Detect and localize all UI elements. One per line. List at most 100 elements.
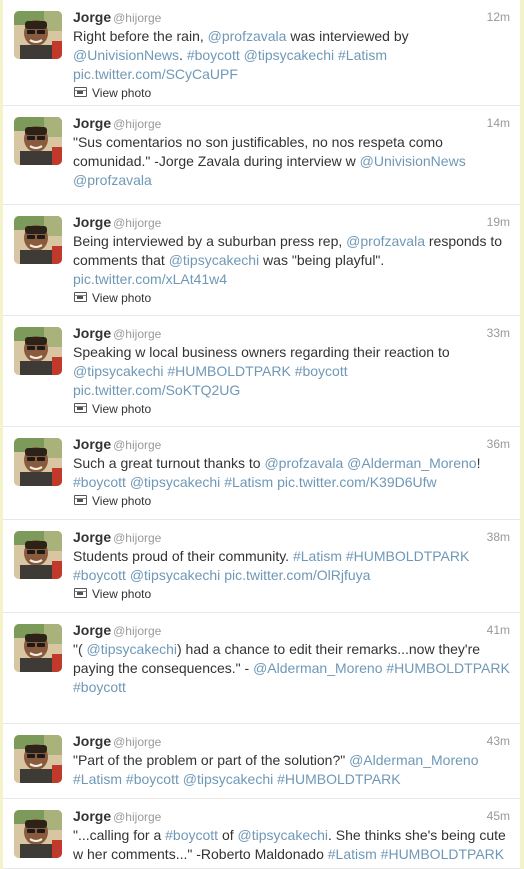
mention-link[interactable]: @Alderman_Moreno — [349, 752, 478, 768]
view-photo-link[interactable]: View photo — [73, 585, 510, 603]
author-handle[interactable]: @hijorge — [113, 810, 161, 824]
tweet-item[interactable]: Jorge @hijorge 12m Right before the rain, @… — [3, 0, 520, 106]
author-name[interactable]: Jorge — [73, 436, 111, 452]
photo-link[interactable]: pic.twitter.com/SoKTQ2UG — [73, 382, 240, 398]
author-name[interactable]: Jorge — [73, 808, 111, 824]
view-photo-link[interactable]: View photo — [73, 289, 510, 307]
tweet-timestamp[interactable]: 19m — [487, 213, 510, 232]
mention-link[interactable]: @profzavala — [208, 28, 287, 44]
mention-link[interactable]: @tipsycakechi — [87, 641, 177, 657]
tweet-content: Jorge @hijorge 19m Being interviewed by a s… — [73, 213, 510, 307]
mention-link[interactable]: @tipsycakechi — [73, 363, 163, 379]
view-photo-link[interactable]: View photo — [73, 492, 510, 510]
avatar[interactable] — [14, 117, 62, 165]
hashtag-link[interactable]: #Latism — [224, 474, 273, 490]
tweet-header: Jorge @hijorge 36m — [73, 435, 510, 454]
tweet-timestamp[interactable]: 36m — [487, 435, 510, 454]
tweet-text-segment: Speaking w local business owners regardi… — [73, 344, 450, 360]
tweet-timestamp[interactable]: 45m — [487, 807, 510, 826]
tweet-item[interactable]: Jorge @hijorge 36m Such a great turnout tha… — [3, 427, 520, 520]
tweet-timestamp[interactable]: 33m — [487, 324, 510, 343]
view-photo-label: View photo — [92, 494, 152, 508]
tweet-timestamp[interactable]: 38m — [487, 528, 510, 547]
hashtag-link[interactable]: #boycott — [73, 474, 126, 490]
photo-link[interactable]: pic.twitter.com/OlRjfuya — [224, 567, 370, 583]
hashtag-link[interactable]: #boycott — [73, 567, 126, 583]
author-handle[interactable]: @hijorge — [113, 438, 161, 452]
hashtag-link[interactable]: #boycott — [165, 827, 218, 843]
author-name[interactable]: Jorge — [73, 622, 111, 638]
author-handle[interactable]: @hijorge — [113, 327, 161, 341]
view-photo-label: View photo — [92, 291, 152, 305]
avatar[interactable] — [14, 327, 62, 375]
hashtag-link[interactable]: #boycott — [126, 771, 179, 787]
view-photo-link[interactable]: View photo — [73, 400, 510, 418]
photo-icon — [74, 588, 87, 598]
author-name[interactable]: Jorge — [73, 325, 111, 341]
mention-link[interactable]: @profzavala — [264, 455, 343, 471]
tweet-item[interactable]: Jorge @hijorge 33m Speaking w local busines… — [3, 316, 520, 427]
view-photo-link[interactable]: View photo — [73, 84, 510, 102]
tweet-item[interactable]: Jorge @hijorge 14m "Sus comentarios no son … — [3, 106, 520, 205]
tweet-text: Such a great turnout thanks to @profzava… — [73, 454, 510, 492]
mention-link[interactable]: @Alderman_Moreno — [347, 455, 476, 471]
tweet-timestamp[interactable]: 12m — [487, 8, 510, 27]
tweet-item[interactable]: Jorge @hijorge 38m Students proud of their … — [3, 520, 520, 613]
tweet-text-segment: Such a great turnout thanks to — [73, 455, 265, 471]
author-name[interactable]: Jorge — [73, 529, 111, 545]
tweet-text-segment: Students proud of their community. — [73, 548, 293, 564]
tweet-item[interactable]: Jorge @hijorge 45m "...calling for a #boyco… — [3, 799, 520, 869]
hashtag-link[interactable]: #boycott — [295, 363, 348, 379]
hashtag-link[interactable]: #Latism — [293, 548, 342, 564]
mention-link[interactable]: @tipsycakechi — [238, 827, 328, 843]
author-name[interactable]: Jorge — [73, 115, 111, 131]
mention-link[interactable]: @UnivisionNews — [73, 47, 179, 63]
author-handle[interactable]: @hijorge — [113, 216, 161, 230]
page-background-edge — [520, 0, 524, 869]
author-handle[interactable]: @hijorge — [113, 11, 161, 25]
avatar[interactable] — [14, 810, 62, 858]
tweet-item[interactable]: Jorge @hijorge 43m "Part of the problem or … — [3, 724, 520, 799]
hashtag-link[interactable]: #HUMBOLDTPARK — [167, 363, 290, 379]
author-name[interactable]: Jorge — [73, 733, 111, 749]
avatar[interactable] — [14, 11, 62, 59]
tweet-item[interactable]: Jorge @hijorge 19m Being interviewed by a s… — [3, 205, 520, 316]
hashtag-link[interactable]: #HUMBOLDTPARK — [346, 548, 469, 564]
hashtag-link[interactable]: #Latism — [328, 846, 377, 862]
avatar[interactable] — [14, 531, 62, 579]
avatar[interactable] — [14, 216, 62, 264]
avatar[interactable] — [14, 624, 62, 672]
mention-link[interactable]: @Alderman_Moreno — [253, 660, 382, 676]
avatar[interactable] — [14, 735, 62, 783]
photo-link[interactable]: pic.twitter.com/xLAt41w4 — [73, 271, 227, 287]
author-name[interactable]: Jorge — [73, 214, 111, 230]
hashtag-link[interactable]: #HUMBOLDTPARK — [381, 846, 504, 862]
photo-link[interactable]: pic.twitter.com/K39D6Ufw — [277, 474, 437, 490]
hashtag-link[interactable]: #HUMBOLDTPARK — [277, 771, 400, 787]
mention-link[interactable]: @UnivisionNews — [360, 153, 466, 169]
mention-link[interactable]: @profzavala — [346, 233, 425, 249]
avatar[interactable] — [14, 438, 62, 486]
hashtag-link[interactable]: #boycott — [73, 679, 126, 695]
tweet-timestamp[interactable]: 43m — [487, 732, 510, 751]
mention-link[interactable]: @profzavala — [73, 172, 152, 188]
hashtag-link[interactable]: #Latism — [73, 771, 122, 787]
photo-link[interactable]: pic.twitter.com/SCyCaUPF — [73, 66, 238, 82]
mention-link[interactable]: @tipsycakechi — [183, 771, 273, 787]
mention-link[interactable]: @tipsycakechi — [169, 252, 259, 268]
hashtag-link[interactable]: #boycott — [187, 47, 240, 63]
tweet-item[interactable]: Jorge @hijorge 41m "( @tipsycakechi) had a … — [3, 613, 520, 724]
mention-link[interactable]: @tipsycakechi — [130, 567, 220, 583]
tweet-timestamp[interactable]: 14m — [487, 114, 510, 133]
mention-link[interactable]: @tipsycakechi — [244, 47, 334, 63]
author-handle[interactable]: @hijorge — [113, 735, 161, 749]
tweet-timestamp[interactable]: 41m — [487, 621, 510, 640]
author-handle[interactable]: @hijorge — [113, 531, 161, 545]
author-handle[interactable]: @hijorge — [113, 117, 161, 131]
photo-icon — [74, 87, 87, 97]
mention-link[interactable]: @tipsycakechi — [130, 474, 220, 490]
hashtag-link[interactable]: #Latism — [338, 47, 387, 63]
author-name[interactable]: Jorge — [73, 9, 111, 25]
author-handle[interactable]: @hijorge — [113, 624, 161, 638]
hashtag-link[interactable]: #HUMBOLDTPARK — [386, 660, 509, 676]
